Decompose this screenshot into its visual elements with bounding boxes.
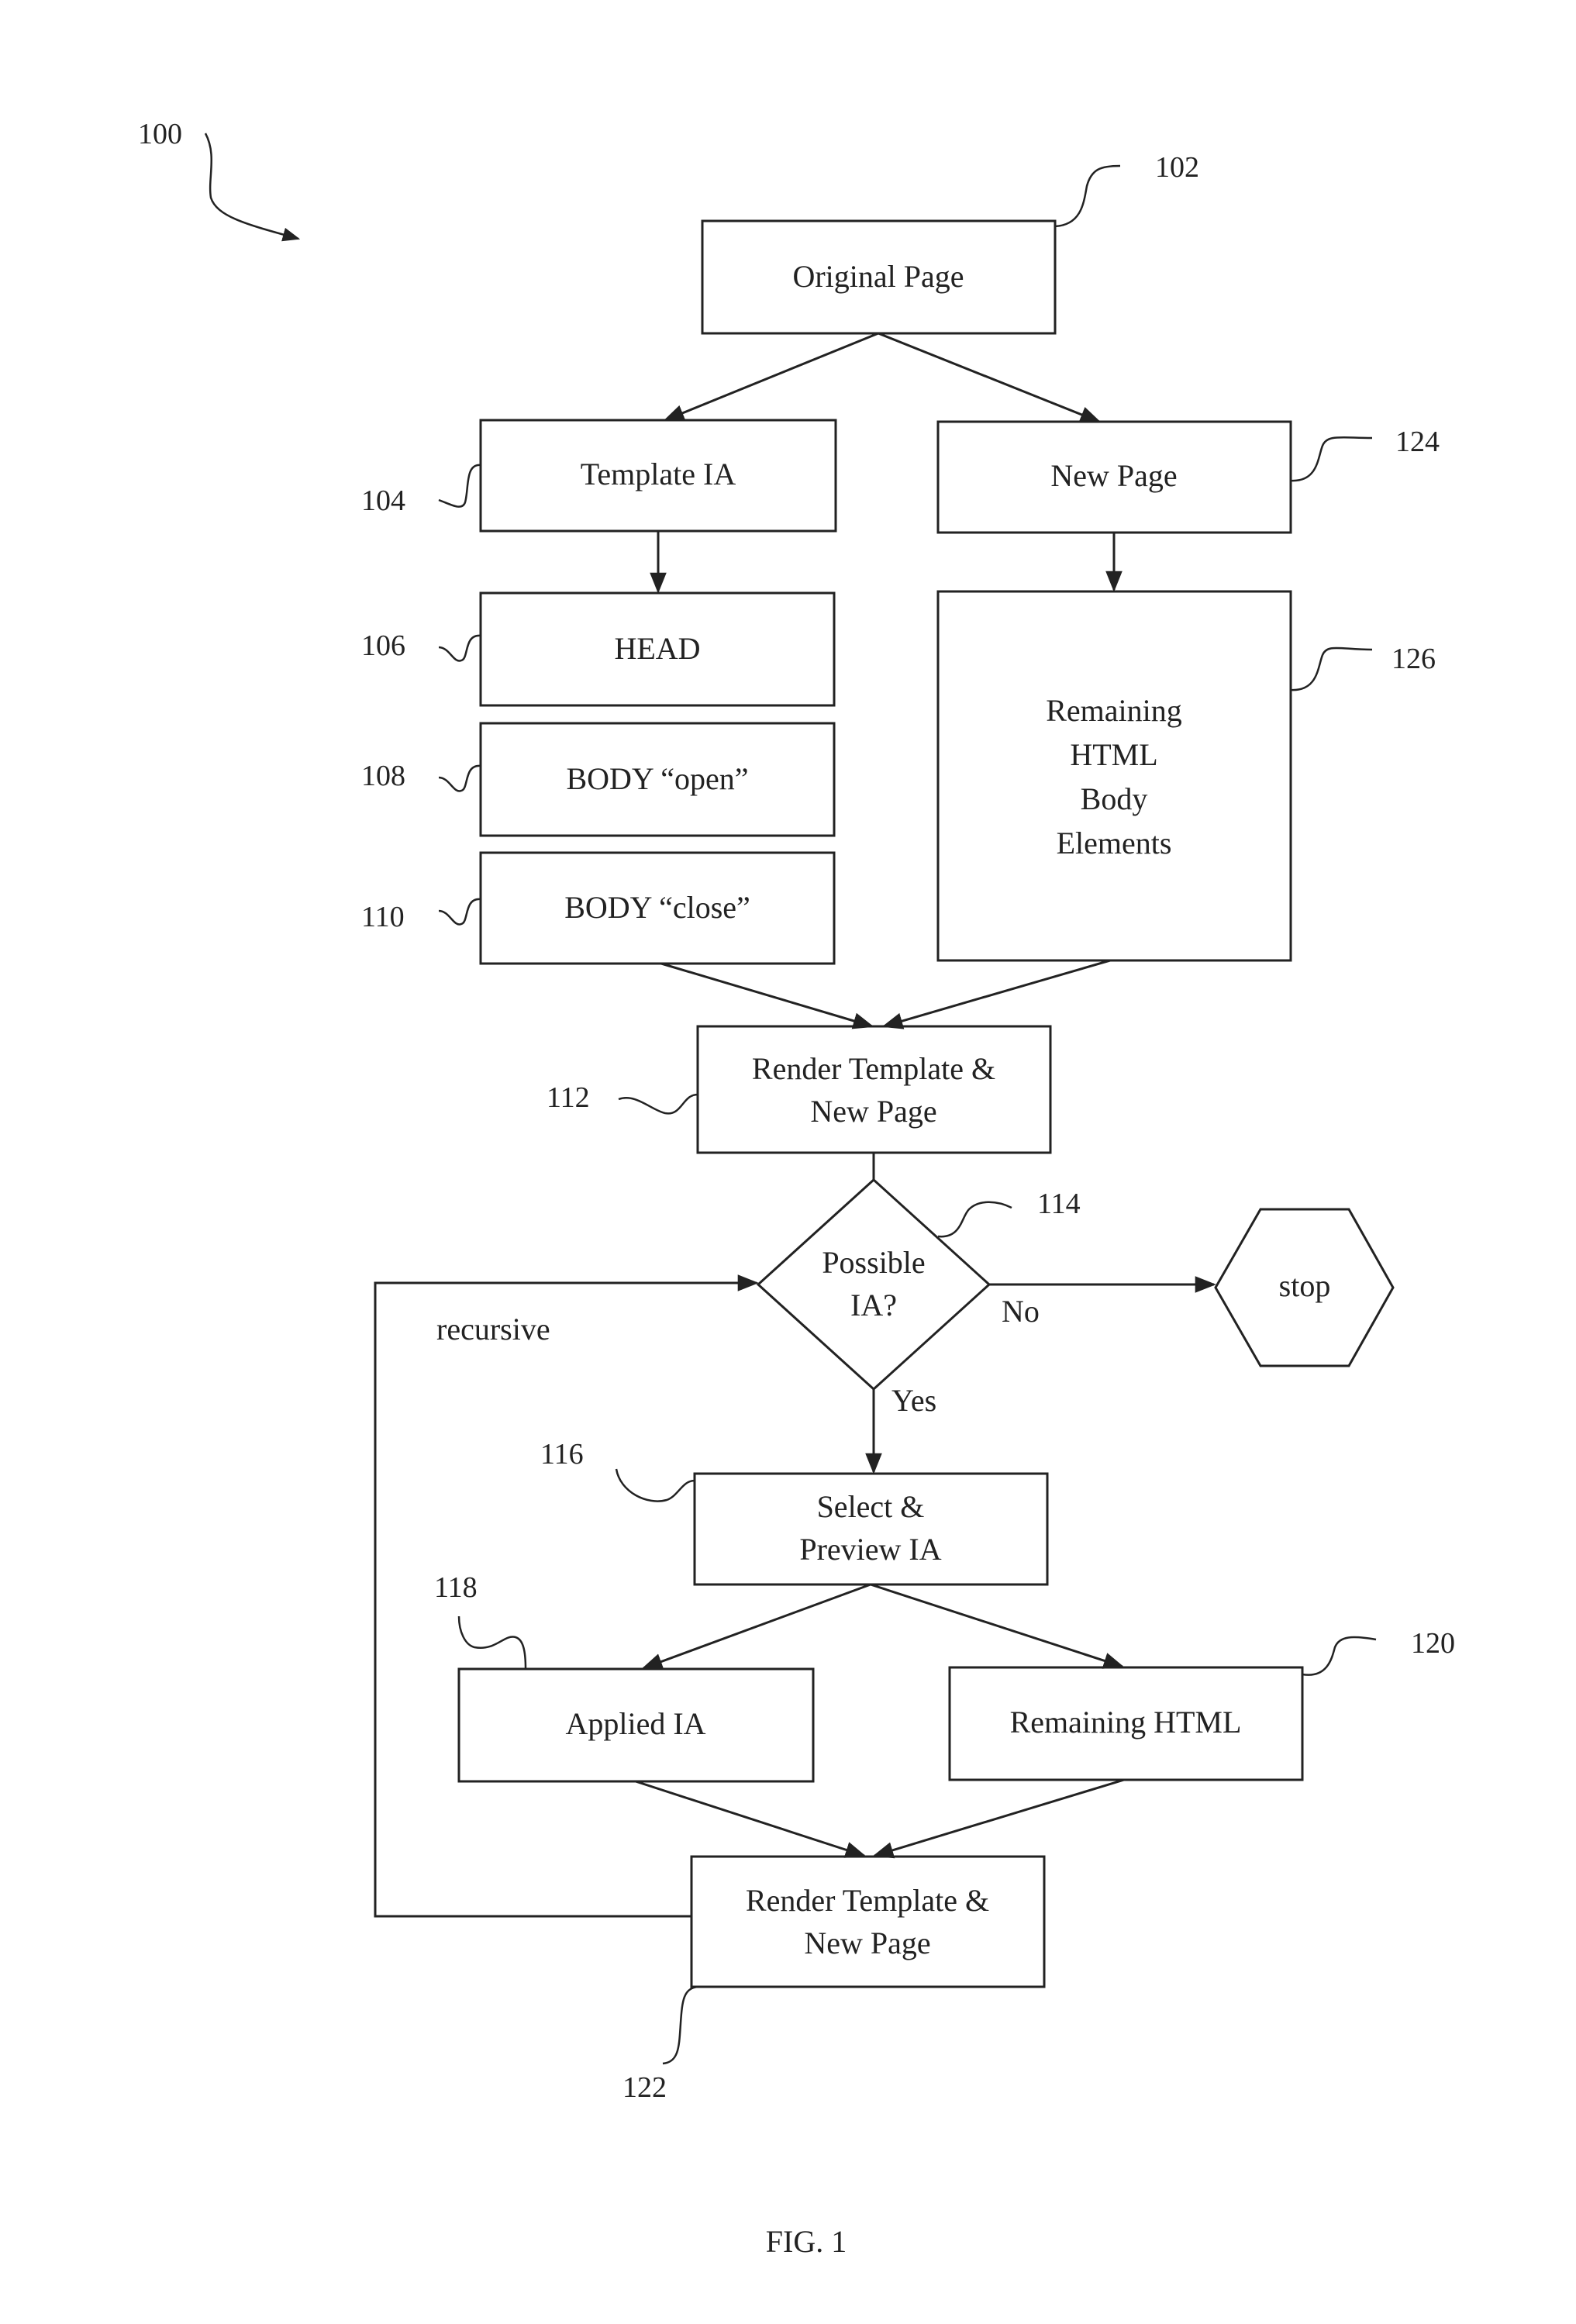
edge-remaining-html-to-render2 bbox=[872, 1778, 1125, 1859]
ref-116: 116 bbox=[540, 1438, 584, 1471]
ref-112: 112 bbox=[547, 1081, 590, 1114]
ref-114: 114 bbox=[1037, 1188, 1081, 1220]
node-label: Template IA bbox=[581, 457, 736, 491]
node-remaining-html: Remaining HTML bbox=[948, 1666, 1304, 1781]
node-label-line-2: HTML bbox=[1070, 737, 1157, 772]
leader-122 bbox=[662, 1985, 698, 2065]
node-label-line-1: Select & bbox=[817, 1489, 925, 1524]
node-applied-ia: Applied IA bbox=[457, 1667, 815, 1783]
node-new-page: New Page bbox=[936, 420, 1292, 534]
ref-102: 102 bbox=[1155, 151, 1199, 184]
ref-118: 118 bbox=[434, 1571, 478, 1604]
edge-label-yes: Yes bbox=[891, 1383, 936, 1418]
node-label-line-1: Remaining bbox=[1046, 693, 1182, 728]
node-label-line-2: New Page bbox=[810, 1094, 936, 1129]
edge-applied-to-render2 bbox=[635, 1780, 867, 1858]
edge-bodyclose-to-render1 bbox=[660, 962, 874, 1029]
node-body-close: BODY “close” bbox=[479, 851, 836, 965]
edge-remainingbody-to-render1 bbox=[881, 959, 1111, 1029]
ref-126: 126 bbox=[1392, 643, 1436, 675]
leader-112 bbox=[618, 1093, 698, 1115]
flowchart: 100 Original Page 102 Template IA 104 Ne… bbox=[138, 118, 1455, 2259]
ref-124: 124 bbox=[1395, 426, 1440, 458]
node-original-page: Original Page bbox=[701, 219, 1057, 335]
ref-122: 122 bbox=[622, 2071, 667, 2104]
node-select-preview-ia: Select & Preview IA bbox=[693, 1472, 1049, 1586]
node-stop: stop bbox=[1214, 1208, 1395, 1367]
node-label-line-4: Elements bbox=[1057, 826, 1172, 860]
node-render-template-1: Render Template & New Page bbox=[696, 1025, 1052, 1154]
edge-recursive-loop bbox=[374, 1274, 759, 1918]
node-label: Applied IA bbox=[565, 1706, 705, 1741]
node-label: BODY “close” bbox=[564, 890, 750, 925]
node-label-line-1: Render Template & bbox=[752, 1051, 995, 1086]
ref-104: 104 bbox=[361, 484, 405, 517]
leader-104 bbox=[438, 464, 481, 508]
node-label-line-2: IA? bbox=[850, 1288, 897, 1322]
node-label-line-1: Possible bbox=[822, 1245, 925, 1280]
figure-reference-arrow bbox=[204, 133, 301, 242]
leader-108 bbox=[438, 764, 481, 792]
node-label: New Page bbox=[1050, 458, 1177, 493]
node-label: BODY “open” bbox=[566, 761, 748, 796]
leader-106 bbox=[438, 634, 481, 662]
node-label: stop bbox=[1279, 1268, 1331, 1303]
edge-label-recursive: recursive bbox=[436, 1312, 550, 1346]
leader-116 bbox=[615, 1468, 695, 1502]
node-label: Remaining HTML bbox=[1010, 1705, 1242, 1740]
ref-108: 108 bbox=[361, 760, 405, 792]
leader-120 bbox=[1302, 1636, 1377, 1676]
node-label: Original Page bbox=[792, 259, 964, 294]
ref-106: 106 bbox=[361, 629, 405, 662]
edge-original-to-template bbox=[663, 332, 879, 422]
leader-102 bbox=[1054, 164, 1121, 228]
figure-caption: FIG. 1 bbox=[766, 2224, 847, 2259]
node-label-line-3: Body bbox=[1081, 781, 1148, 816]
leader-110 bbox=[438, 898, 481, 926]
edge-select-to-applied bbox=[641, 1583, 871, 1670]
edge-original-to-newpage bbox=[878, 332, 1102, 423]
leader-114 bbox=[937, 1201, 1012, 1238]
node-label: HEAD bbox=[614, 631, 700, 666]
node-label-line-2: New Page bbox=[804, 1926, 930, 1960]
leader-118 bbox=[457, 1615, 527, 1670]
node-body-open: BODY “open” bbox=[479, 722, 836, 837]
node-label-line-1: Render Template & bbox=[746, 1883, 989, 1918]
ref-110: 110 bbox=[361, 901, 405, 933]
node-decision-possible-ia: Possible IA? bbox=[756, 1178, 991, 1391]
leader-126 bbox=[1290, 647, 1373, 691]
figure-reference-100: 100 bbox=[138, 118, 182, 150]
node-template-ia: Template IA bbox=[479, 419, 837, 533]
edge-select-to-remaining-html bbox=[870, 1583, 1125, 1669]
node-remaining-body-elements: Remaining HTML Body Elements bbox=[936, 590, 1292, 962]
ref-120: 120 bbox=[1411, 1627, 1455, 1660]
node-label-line-2: Preview IA bbox=[799, 1532, 941, 1567]
leader-124 bbox=[1290, 436, 1373, 482]
edge-label-no: No bbox=[1002, 1294, 1040, 1329]
node-render-template-2: Render Template & New Page bbox=[690, 1855, 1046, 1988]
node-head: HEAD bbox=[479, 591, 836, 707]
